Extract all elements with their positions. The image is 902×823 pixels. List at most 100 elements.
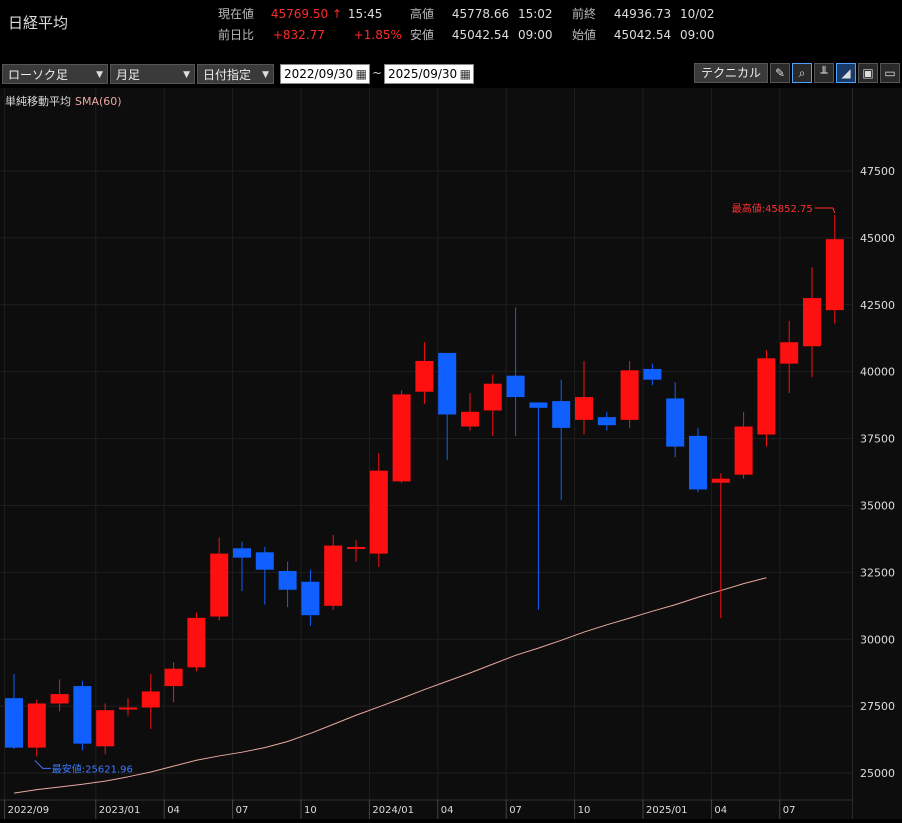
candle-down [233, 548, 251, 558]
candle-up [415, 360, 434, 392]
x-tick-label: 07 [783, 805, 796, 816]
candle-down [597, 417, 616, 426]
y-tick-label: 37500 [860, 433, 895, 446]
date-range-separator: ~ [372, 66, 383, 80]
range-mode-value: 日付指定 [203, 68, 252, 82]
candle-up [734, 426, 753, 475]
pencil-icon[interactable]: ✎ [770, 63, 790, 83]
indicator-param: SMA(60) [75, 95, 122, 108]
prev-close-row: 前終 44936.73 10/02 [572, 5, 715, 22]
candle-down [689, 435, 707, 490]
candle-down [552, 401, 571, 428]
prev-close-value: 44936.73 [613, 7, 672, 21]
open-time: 09:00 [679, 28, 715, 42]
y-tick-label: 47500 [860, 165, 895, 178]
chart-area[interactable]: 最高値:45852.75 最安値:25621.96 47500 45000 42500 4… [0, 88, 902, 819]
period-value: 月足 [116, 68, 141, 82]
candle-up [187, 617, 206, 668]
low-label: 安値 [410, 28, 435, 42]
x-tick-label: 10 [304, 805, 317, 816]
max-price-annotation: 最高値:45852.75 [732, 202, 813, 215]
high-row: 高値 45778.66 15:02 [410, 5, 553, 22]
candle-down [666, 398, 685, 447]
prev-close-label: 前終 [572, 7, 597, 21]
indicator-legend: 単純移動平均 SMA(60) [5, 93, 122, 109]
area-chart-icon[interactable]: ◢ [836, 63, 856, 83]
up-arrow-icon: ↑ [331, 7, 342, 21]
current-price-value: 45769.50 [270, 7, 329, 21]
high-time: 15:02 [517, 7, 553, 21]
candle-down [529, 402, 548, 408]
chart-type-value: ローソク足 [8, 68, 69, 82]
x-tick-label: 07 [236, 805, 249, 816]
y-tick-label: 25000 [860, 767, 895, 780]
calendar-icon[interactable]: ▦ [460, 65, 471, 83]
candle-up [780, 342, 799, 364]
candle-up [119, 707, 137, 710]
technical-button[interactable]: テクニカル [694, 63, 768, 83]
date-to-value: 2025/09/30 [388, 67, 458, 81]
candle-down [278, 571, 297, 590]
x-tick-label: 10 [578, 805, 591, 816]
current-price-time: 15:45 [347, 7, 383, 21]
candle-up [483, 383, 502, 411]
x-tick-label: 07 [509, 805, 522, 816]
chart-type-select[interactable]: ローソク足 ▼ [2, 64, 108, 84]
candle-down [255, 552, 274, 570]
folder-icon[interactable]: ▭ [880, 63, 900, 83]
candle-up [620, 370, 639, 420]
sma-line [13, 577, 767, 794]
candle-up [27, 703, 46, 748]
min-price-annotation: 最安値:25621.96 [52, 762, 133, 775]
high-value: 45778.66 [451, 7, 510, 21]
y-tick-label: 40000 [860, 366, 895, 379]
candle-up [575, 397, 593, 420]
chevron-down-icon: ▼ [96, 70, 103, 80]
y-tick-label: 30000 [860, 633, 895, 646]
zoom-icon[interactable]: ⌕ [792, 63, 812, 83]
max-price-pointer [814, 207, 836, 214]
x-tick-label: 2024/01 [372, 805, 414, 816]
change-percent: +1.85% [353, 28, 402, 42]
date-from-input[interactable]: 2022/09/30 ▦ [280, 64, 370, 84]
min-price-pointer [34, 760, 51, 769]
x-tick-label: 2022/09 [8, 805, 50, 816]
current-price-row: 現在値 45769.50 ↑ 15:45 [218, 5, 382, 22]
low-row: 安値 45042.54 09:00 [410, 26, 553, 43]
y-tick-label: 32500 [860, 566, 895, 579]
candlestick-chart[interactable]: 最高値:45852.75 最安値:25621.96 47500 45000 42500 4… [0, 88, 902, 819]
save-icon[interactable]: ▣ [858, 63, 878, 83]
candle-up [825, 239, 844, 311]
y-tick-label: 45000 [860, 232, 895, 245]
candle-up [461, 411, 479, 427]
date-from-value: 2022/09/30 [284, 67, 354, 81]
candle-up [50, 694, 69, 704]
candle-down [301, 581, 320, 616]
y-tick-label: 35000 [860, 499, 895, 512]
calendar-icon[interactable]: ▦ [356, 65, 367, 83]
candle-up [757, 358, 776, 435]
x-tick-label: 2023/01 [99, 805, 141, 816]
open-label: 始値 [572, 28, 597, 42]
candle-down [438, 352, 457, 415]
period-select[interactable]: 月足 ▼ [110, 64, 195, 84]
indicator-name: 単純移動平均 [5, 95, 71, 108]
y-tick-label: 42500 [860, 299, 895, 312]
range-mode-select[interactable]: 日付指定 ▼ [197, 64, 274, 84]
candle-down [5, 698, 23, 748]
candle-up [324, 545, 343, 606]
low-time: 09:00 [517, 28, 553, 42]
candle-down [643, 368, 662, 380]
change-row: 前日比 +832.77 +1.85% [218, 26, 402, 43]
bar-chart-icon[interactable]: ╨ [814, 63, 834, 83]
date-to-input[interactable]: 2025/09/30 ▦ [384, 64, 474, 84]
index-title: 日経平均 [8, 14, 69, 32]
x-tick-label: 04 [167, 805, 180, 816]
candle-up [164, 668, 183, 687]
candle-up [392, 394, 411, 482]
x-tick-label: 04 [441, 805, 454, 816]
change-value: +832.77 [272, 28, 325, 42]
high-label: 高値 [410, 7, 435, 21]
current-price-label: 現在値 [218, 7, 255, 21]
candle-up [803, 298, 821, 347]
